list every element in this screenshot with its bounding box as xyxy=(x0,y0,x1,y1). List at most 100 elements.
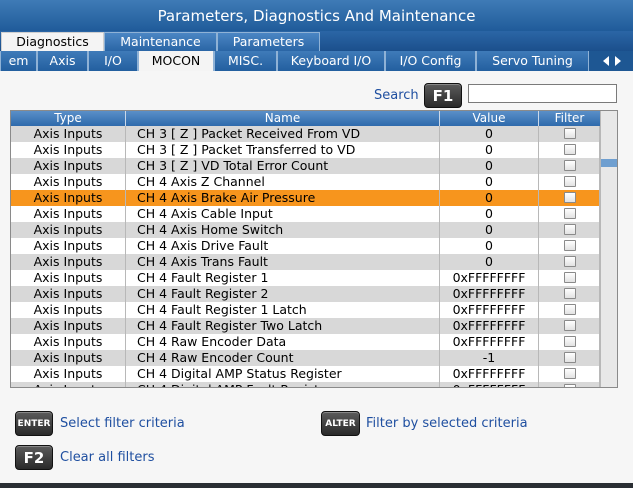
cell-type: Axis Inputs xyxy=(11,254,126,270)
table-row[interactable]: Axis Inputs CH 4 Fault Register 1 0xFFFFFF… xyxy=(11,270,600,286)
column-header-name: Name xyxy=(126,111,440,126)
cell-value: 0xFFFFFFFF xyxy=(440,302,539,318)
cell-name: CH 4 Axis Z Channel xyxy=(126,174,440,190)
table-row[interactable]: Axis Inputs CH 3 [ Z ] VD Total Error Cou… xyxy=(11,158,600,174)
filter-checkbox[interactable] xyxy=(564,240,576,251)
filter-checkbox[interactable] xyxy=(564,192,576,203)
column-header-filter: Filter xyxy=(554,111,585,125)
scrollbar-thumb[interactable] xyxy=(601,159,617,167)
cell-name: CH 4 Digital AMP Status Register xyxy=(126,366,440,382)
filter-checkbox[interactable] xyxy=(564,352,576,363)
cell-filter xyxy=(539,206,600,222)
cell-type: Axis Inputs xyxy=(11,302,126,318)
filter-checkbox[interactable] xyxy=(564,128,576,139)
table-row[interactable]: Axis Inputs CH 4 Axis Z Channel 0 xyxy=(11,174,600,190)
chevron-left-icon[interactable] xyxy=(602,56,609,66)
subtab-system[interactable]: em xyxy=(0,51,37,71)
tab-diagnostics[interactable]: Diagnostics xyxy=(1,32,104,51)
f2-key-button[interactable]: F2 xyxy=(15,445,53,470)
enter-key-button[interactable]: ENTER xyxy=(15,411,53,436)
cell-type: Axis Inputs xyxy=(11,366,126,382)
cell-value: 0 xyxy=(440,126,539,142)
table-row[interactable]: Axis Inputs CH 4 Axis Drive Fault 0 xyxy=(11,238,600,254)
table-row[interactable]: Axis Inputs CH 4 Fault Register 1 Latch 0x… xyxy=(11,302,600,318)
table-row[interactable]: Axis Inputs CH 4 Digital AMP Status Regis… xyxy=(11,366,600,382)
cell-type: Axis Inputs xyxy=(11,334,126,350)
cell-name: CH 4 Digital AMP Fault Register xyxy=(126,382,440,387)
cell-name: CH 4 Axis Drive Fault xyxy=(126,238,440,254)
cell-filter xyxy=(539,286,600,302)
subtab-io[interactable]: I/O xyxy=(88,51,138,71)
cell-value: 0 xyxy=(440,254,539,270)
subtab-io-config[interactable]: I/O Config xyxy=(385,51,476,71)
table-header: Type Name Value Filter xyxy=(11,111,600,126)
cell-filter xyxy=(539,222,600,238)
filter-checkbox[interactable] xyxy=(564,336,576,347)
column-header-type: Type xyxy=(11,111,126,126)
tab-parameters[interactable]: Parameters xyxy=(217,32,320,51)
clear-all-filters-label: Clear all filters xyxy=(60,450,155,465)
cell-type: Axis Inputs xyxy=(11,142,126,158)
cell-name: CH 3 [ Z ] VD Total Error Count xyxy=(126,158,440,174)
cell-value: 0 xyxy=(440,190,539,206)
filter-checkbox[interactable] xyxy=(564,368,576,379)
cell-type: Axis Inputs xyxy=(11,174,126,190)
filter-checkbox[interactable] xyxy=(564,384,576,387)
chevron-right-icon[interactable] xyxy=(614,56,621,66)
cell-value: 0xFFFFFFFF xyxy=(440,270,539,286)
subtab-mocon[interactable]: MOCON xyxy=(138,51,214,71)
cell-name: CH 4 Axis Cable Input xyxy=(126,206,440,222)
subtab-keyboard-io[interactable]: Keyboard I/O xyxy=(277,51,385,71)
filter-checkbox[interactable] xyxy=(564,272,576,283)
table-scrollbar[interactable] xyxy=(600,111,617,387)
cell-filter xyxy=(539,126,600,142)
table-row[interactable]: Axis InputsCH 4 Digital AMP Fault Regist… xyxy=(11,382,600,387)
subtab-misc[interactable]: MISC. xyxy=(214,51,277,71)
subtab-servo-tuning[interactable]: Servo Tuning xyxy=(476,51,589,71)
filter-checkbox[interactable] xyxy=(564,208,576,219)
cell-filter xyxy=(539,174,600,190)
cell-name: CH 4 Raw Encoder Count xyxy=(126,350,440,366)
subtab-axis[interactable]: Axis xyxy=(37,51,88,71)
cell-filter xyxy=(539,190,600,206)
cell-type: Axis Inputs xyxy=(11,158,126,174)
alter-key-button[interactable]: ALTER xyxy=(321,411,360,436)
filter-checkbox[interactable] xyxy=(564,176,576,187)
cell-filter xyxy=(539,382,600,387)
filter-checkbox[interactable] xyxy=(564,224,576,235)
search-input[interactable] xyxy=(468,84,617,103)
filter-checkbox[interactable] xyxy=(564,256,576,267)
cell-type: Axis Inputs xyxy=(11,126,126,142)
cell-value: 0 xyxy=(440,158,539,174)
table-row[interactable]: Axis Inputs CH 4 Axis Cable Input 0 xyxy=(11,206,600,222)
cell-value: 0xFFFFFFFF xyxy=(440,286,539,302)
cell-name: CH 4 Fault Register 2 xyxy=(126,286,440,302)
cell-filter xyxy=(539,270,600,286)
cell-filter xyxy=(539,334,600,350)
cell-value: 0 xyxy=(440,142,539,158)
cell-filter xyxy=(539,254,600,270)
filter-checkbox[interactable] xyxy=(564,160,576,171)
table-row[interactable]: Axis Inputs CH 4 Fault Register 2 0xFFFFFF… xyxy=(11,286,600,302)
filter-checkbox[interactable] xyxy=(564,144,576,155)
f1-key-button[interactable]: F1 xyxy=(424,83,462,108)
cell-name: CH 4 Axis Home Switch xyxy=(126,222,440,238)
main-tab-bar: Diagnostics Maintenance Parameters xyxy=(0,31,633,51)
table-row[interactable]: Axis Inputs CH 4 Axis Trans Fault 0 xyxy=(11,254,600,270)
table-row[interactable]: Axis Inputs CH 4 Fault Register Two Latch… xyxy=(11,318,600,334)
filter-checkbox[interactable] xyxy=(564,304,576,315)
filter-checkbox[interactable] xyxy=(564,288,576,299)
cell-value: 0xFFFFFFFF xyxy=(440,366,539,382)
table-row[interactable]: Axis Inputs CH 3 [ Z ] Packet Received Fr… xyxy=(11,126,600,142)
cell-value: 0xFFFFFFFF xyxy=(440,334,539,350)
filter-checkbox[interactable] xyxy=(564,320,576,331)
table-row[interactable]: Axis Inputs CH 4 Raw Encoder Data 0xFFFFFF… xyxy=(11,334,600,350)
cell-type: Axis Inputs xyxy=(11,286,126,302)
tab-maintenance[interactable]: Maintenance xyxy=(104,32,217,51)
table-body: Axis Inputs CH 3 [ Z ] Packet Received Fr… xyxy=(11,126,600,387)
table-row[interactable]: Axis Inputs CH 3 [ Z ] Packet Transferred… xyxy=(11,142,600,158)
table-row[interactable]: Axis Inputs CH 4 Raw Encoder Count -1 xyxy=(11,350,600,366)
table-row[interactable]: Axis Inputs CH 4 Axis Brake Air Pressure 0 xyxy=(11,190,600,206)
table-row[interactable]: Axis Inputs CH 4 Axis Home Switch 0 xyxy=(11,222,600,238)
cell-filter xyxy=(539,318,600,334)
